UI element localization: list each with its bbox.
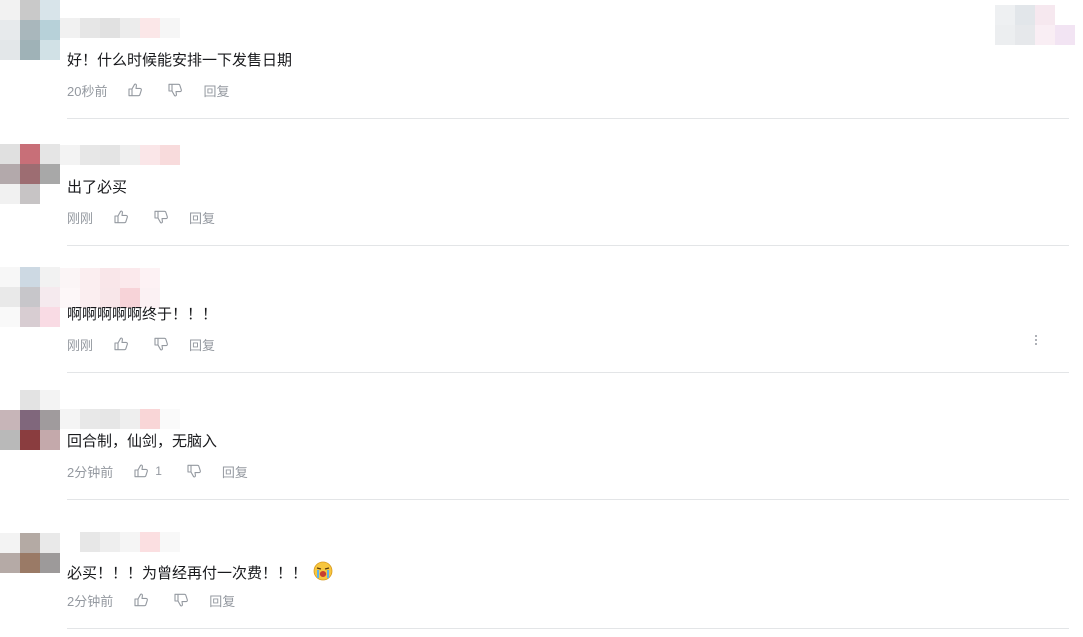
comment-text: 必买！！！为曾经再付一次费！！！ [67,561,333,584]
comment-actions: 刚刚 回复 [67,335,215,353]
more-dots-icon [1035,339,1037,341]
comment-text: 好！什么时候能安排一下发售日期 [67,51,292,71]
divider [67,245,1069,246]
comment-text-content: 回合制，仙剑，无脑入 [67,433,218,450]
comment-actions: 2分钟前 1 回复 [67,462,248,480]
thumbs-down-icon [154,210,168,224]
avatar[interactable] [0,533,60,593]
comment-time: 20秒前 [67,83,108,99]
avatar[interactable] [0,390,60,450]
like-button[interactable] [113,336,129,352]
thumbs-up-icon [134,593,149,607]
thumbs-down-icon [187,464,201,478]
username[interactable] [60,145,180,165]
reply-button[interactable]: 回复 [203,81,229,100]
comment-actions: 2分钟前 回复 [67,591,235,609]
comment-text-content: 必买！！！为曾经再付一次费！！！ [67,565,308,582]
comment-text-content: 啊啊啊啊啊终于！！！ [67,306,218,323]
reply-button[interactable]: 回复 [189,208,215,227]
thumbs-up-icon [128,83,143,97]
comment-text: 啊啊啊啊啊终于！！！ [67,305,217,325]
thumbs-up-icon [114,337,128,351]
comment-text: 出了必买 [67,178,127,198]
crying-emoji-icon [313,561,333,581]
comment-item: 出了必买 刚刚 回复 [0,127,1083,254]
comment-text-content: 出了必买 [67,179,128,196]
username[interactable] [60,268,180,308]
thumbs-down-icon [154,337,168,351]
comment-item: 回合制，仙剑，无脑入 2分钟前 1 回复 [0,381,1083,508]
divider [67,118,1069,119]
username[interactable] [60,409,180,429]
avatar[interactable] [0,267,60,327]
comment-actions: 刚刚 回复 [67,208,215,226]
reply-button[interactable]: 回复 [209,591,235,610]
comment-time: 刚刚 [67,337,94,353]
more-dots-icon [1035,343,1037,345]
dislike-button[interactable] [153,209,169,225]
dislike-button[interactable] [167,82,183,98]
thumbs-up-icon [134,464,149,478]
avatar[interactable] [0,0,60,60]
reply-button[interactable]: 回复 [189,335,215,354]
dislike-button[interactable] [153,336,169,352]
comment-text: 回合制，仙剑，无脑入 [67,432,217,452]
like-button[interactable] [133,592,149,608]
comment-time: 2分钟前 [67,593,114,609]
divider [67,628,1069,629]
comment-text-content: 好！什么时候能安排一下发售日期 [67,52,293,69]
more-dots-icon [1035,335,1037,337]
divider [67,372,1069,373]
comment-time: 刚刚 [67,210,94,226]
username[interactable] [60,18,180,38]
thumbs-up-icon [114,210,128,224]
like-button[interactable] [127,82,143,98]
comment-actions: 20秒前 回复 [67,81,229,99]
like-count: 1 [155,464,162,478]
comment-item: 啊啊啊啊啊终于！！！ 刚刚 回复 [0,254,1083,381]
like-button[interactable]: 1 [133,463,162,479]
dislike-button[interactable] [186,463,202,479]
thumbs-down-icon [168,83,183,97]
reply-button[interactable]: 回复 [222,462,248,481]
comment-time: 2分钟前 [67,464,114,480]
divider [67,499,1069,500]
avatar[interactable] [0,144,60,204]
username[interactable] [60,532,180,552]
comment-item: 必买！！！为曾经再付一次费！！！ 2分钟前 回复 [0,510,1083,637]
comment-item: 好！什么时候能安排一下发售日期 20秒前 回复 [0,0,1083,127]
dislike-button[interactable] [173,592,189,608]
like-button[interactable] [113,209,129,225]
more-options-button[interactable] [1029,331,1043,349]
thumbs-down-icon [174,593,189,607]
